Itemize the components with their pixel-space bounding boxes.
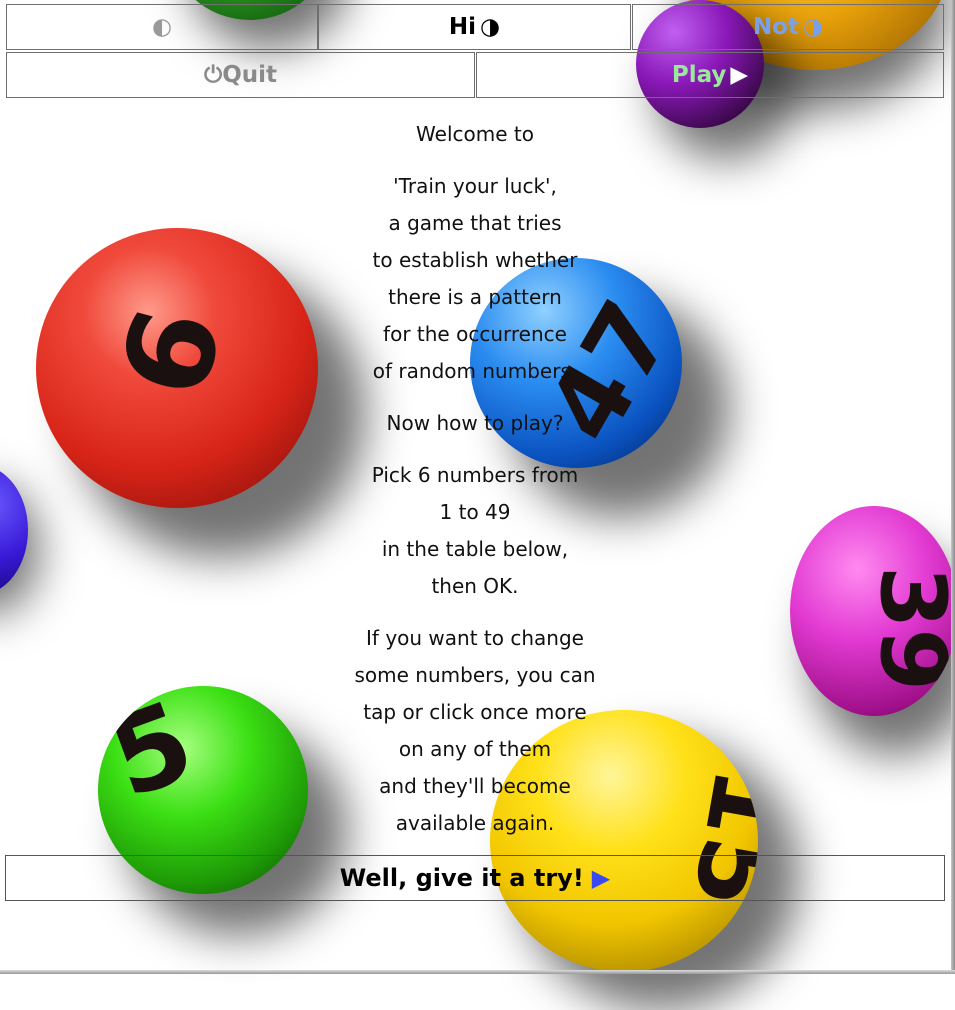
text-line: Pick 6 numbers from: [371, 463, 579, 487]
text-line: available again.: [395, 811, 555, 835]
text-line: in the table below,: [381, 537, 569, 561]
text-line: and they'll become: [379, 774, 571, 798]
ball-number: 6: [94, 294, 251, 411]
text-line: there is a pattern: [388, 285, 562, 309]
contrast-button[interactable]: ◐: [6, 4, 318, 50]
power-icon: ⏻: [203, 62, 223, 88]
play-button[interactable]: Play ▶: [476, 52, 944, 98]
text-line: a game that tries: [388, 211, 562, 235]
quit-button[interactable]: ⏻ Quit: [6, 52, 475, 98]
cta-label: Well, give it a try!: [339, 864, 584, 892]
ball-number: 39: [860, 565, 955, 692]
play-label: Play: [671, 62, 727, 88]
text-line: 'Train your luck',: [393, 174, 557, 198]
intro-paragraph-3: If you want to change some numbers, you …: [300, 620, 650, 842]
text-line: some numbers, you can: [354, 663, 596, 687]
red-ball: 6: [36, 228, 366, 558]
ball-number: 5: [98, 686, 210, 824]
text-line: for the occurrence: [383, 322, 567, 346]
intro-paragraph-2: Pick 6 numbers from 1 to 49 in the table…: [300, 457, 650, 605]
text-line: 1 to 49: [439, 500, 511, 524]
intro-paragraph-1: 'Train your luck', a game that tries to …: [300, 168, 650, 390]
window-border-right: [951, 0, 955, 974]
text-line: of random numbers.: [372, 359, 578, 383]
play-icon: ▶: [730, 62, 749, 88]
magenta-ball: 39: [790, 506, 955, 756]
intro-text: Welcome to 'Train your luck', a game tha…: [300, 116, 650, 857]
hi-label: Hi: [448, 14, 477, 40]
text-line: to establish whether: [372, 248, 578, 272]
text-line: tap or click once more: [363, 700, 587, 724]
text-line: then OK.: [431, 574, 519, 598]
half-circle-icon: ◑: [480, 14, 501, 40]
indigo-ball: [0, 465, 40, 615]
quit-label: Quit: [222, 62, 277, 88]
window-border-bottom: [0, 970, 955, 974]
not-contrast-button[interactable]: Not ◑: [632, 4, 944, 50]
not-label: Not: [752, 14, 799, 40]
welcome-line: Welcome to: [416, 122, 534, 146]
text-line: If you want to change: [366, 626, 584, 650]
play-icon: ▶: [591, 864, 611, 892]
howto-line: Now how to play?: [386, 411, 564, 435]
give-it-a-try-button[interactable]: Well, give it a try! ▶: [5, 855, 945, 901]
hi-contrast-button[interactable]: Hi ◑: [318, 4, 631, 50]
text-line: on any of them: [398, 737, 552, 761]
half-circle-icon: ◑: [802, 14, 824, 40]
half-circle-icon: ◐: [151, 14, 173, 40]
